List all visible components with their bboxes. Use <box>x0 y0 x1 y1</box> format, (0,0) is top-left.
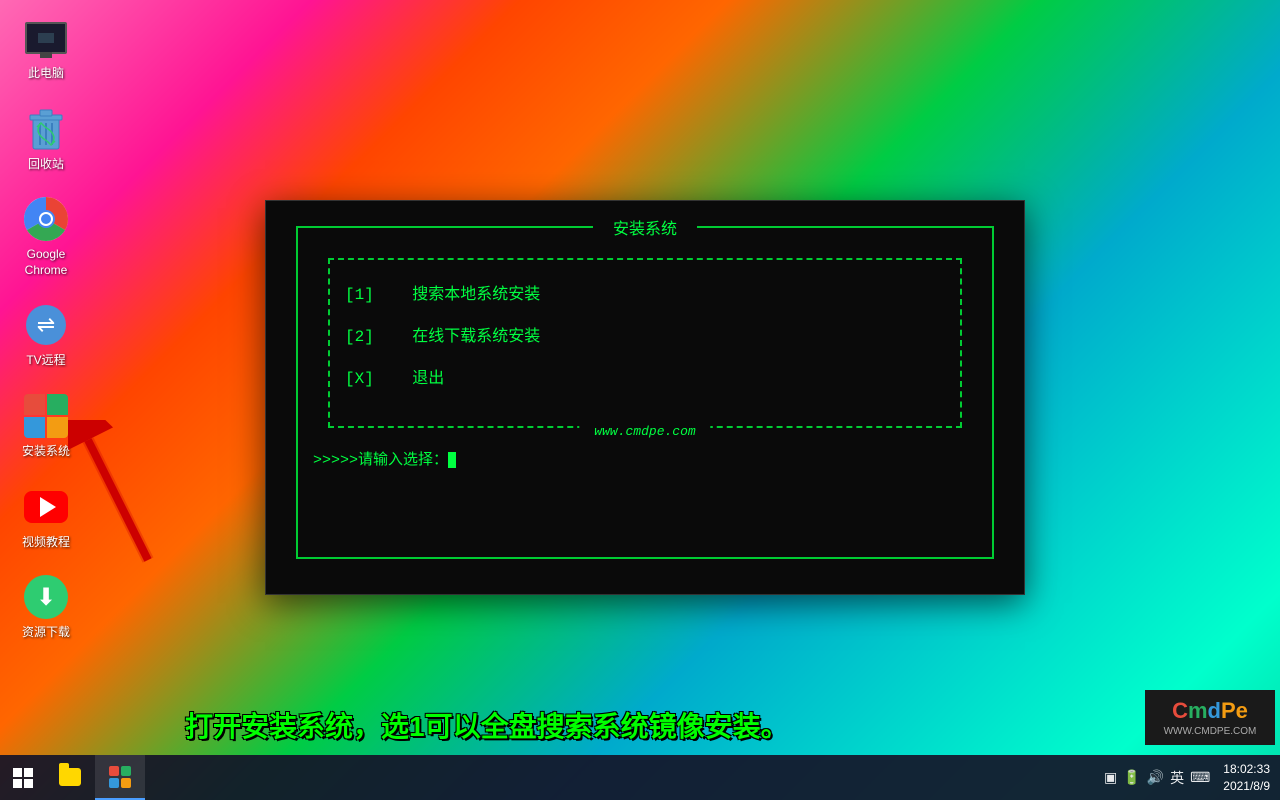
terminal-window: 安装系统 [1] 搜索本地系统安装 [2] 在线下载系统安装 [X] 退出 <box>265 200 1025 595</box>
desktop-icon-resource-download[interactable]: ⬇ 资源下载 <box>10 569 82 645</box>
desktop-icon-chrome[interactable]: Google Chrome <box>10 191 82 282</box>
terminal-url: www.cmdpe.com <box>579 424 710 439</box>
tv-remote-icon: ⇌ <box>26 305 66 345</box>
taskbar-store[interactable] <box>95 755 145 800</box>
menu-item-x[interactable]: [X] 退出 <box>345 364 945 388</box>
red-arrow <box>68 420 188 570</box>
cmdpe-url: WWW.CMDPE.COM <box>1164 726 1257 737</box>
taskbar: ▣ 🔋 🔊 英 ⌨ 18:02:33 2021/8/9 <box>0 755 1280 800</box>
system-clock[interactable]: 18:02:33 2021/8/9 <box>1223 761 1270 795</box>
recycle-bin-icon <box>25 105 67 153</box>
menu-item-2[interactable]: [2] 在线下载系统安装 <box>345 322 945 346</box>
battery-icon: 🔋 <box>1123 769 1140 786</box>
network-icon: ▣ <box>1104 769 1117 786</box>
taskbar-file-explorer[interactable] <box>45 755 95 800</box>
desktop-icon-recycle-bin[interactable]: 回收站 <box>10 101 82 177</box>
desktop-icon-label-video: 视频教程 <box>22 535 70 551</box>
terminal-cursor <box>448 452 456 468</box>
taskbar-start-button[interactable] <box>0 755 45 800</box>
desktop-icon-label-chrome: Google Chrome <box>14 247 78 278</box>
menu-label-1: 搜索本地系统安装 <box>412 286 540 304</box>
terminal-menu: [1] 搜索本地系统安装 [2] 在线下载系统安装 [X] 退出 www.cmd… <box>328 258 962 428</box>
taskbar-pinned-apps <box>45 755 145 800</box>
ime-icon: ⌨ <box>1190 769 1210 786</box>
windows-logo-icon <box>13 768 33 788</box>
file-explorer-icon <box>59 768 81 786</box>
desktop-icon-label-this-pc: 此电脑 <box>28 66 64 82</box>
desktop-icon-tv-remote[interactable]: ⇌ TV远程 <box>10 297 82 373</box>
cmdpe-logo: CmdPe <box>1172 698 1248 724</box>
system-tray-icons: ▣ 🔋 🔊 英 ⌨ <box>1104 768 1210 788</box>
annotation: 打开安装系统，选1可以全盘搜索系统镜像安装。 <box>185 705 1170 745</box>
annotation-text: 打开安装系统，选1可以全盘搜索系统镜像安装。 <box>185 705 1170 745</box>
install-system-icon <box>24 394 68 438</box>
store-icon <box>109 766 131 788</box>
menu-key-x: [X] <box>345 370 374 388</box>
desktop: 此电脑 回收站 <box>0 0 1280 800</box>
desktop-icon-label-tv: TV远程 <box>26 353 65 369</box>
menu-key-2: [2] <box>345 328 374 346</box>
desktop-icon-label-install: 安装系统 <box>22 444 70 460</box>
terminal-prompt[interactable]: >>>>>请输入选择： <box>313 448 977 469</box>
menu-label-2: 在线下载系统安装 <box>412 328 540 346</box>
menu-label-x: 退出 <box>412 370 444 388</box>
taskbar-system-tray: ▣ 🔋 🔊 英 ⌨ 18:02:33 2021/8/9 <box>1104 761 1280 795</box>
desktop-icon-this-pc[interactable]: 此电脑 <box>10 10 82 86</box>
menu-key-1: [1] <box>345 286 374 304</box>
cmdpe-watermark: CmdPe WWW.CMDPE.COM <box>1145 690 1275 745</box>
clock-date: 2021/8/9 <box>1223 778 1270 795</box>
language-indicator[interactable]: 英 <box>1170 768 1184 788</box>
desktop-icon-label-recycle: 回收站 <box>28 157 64 173</box>
youtube-icon <box>24 491 68 523</box>
chrome-icon <box>24 197 68 241</box>
clock-time: 18:02:33 <box>1223 761 1270 778</box>
menu-item-1[interactable]: [1] 搜索本地系统安装 <box>345 280 945 304</box>
volume-icon: 🔊 <box>1147 769 1164 786</box>
terminal-title: 安装系统 <box>593 215 697 239</box>
desktop-icon-label-download: 资源下载 <box>22 625 70 641</box>
download-icon: ⬇ <box>24 575 68 619</box>
